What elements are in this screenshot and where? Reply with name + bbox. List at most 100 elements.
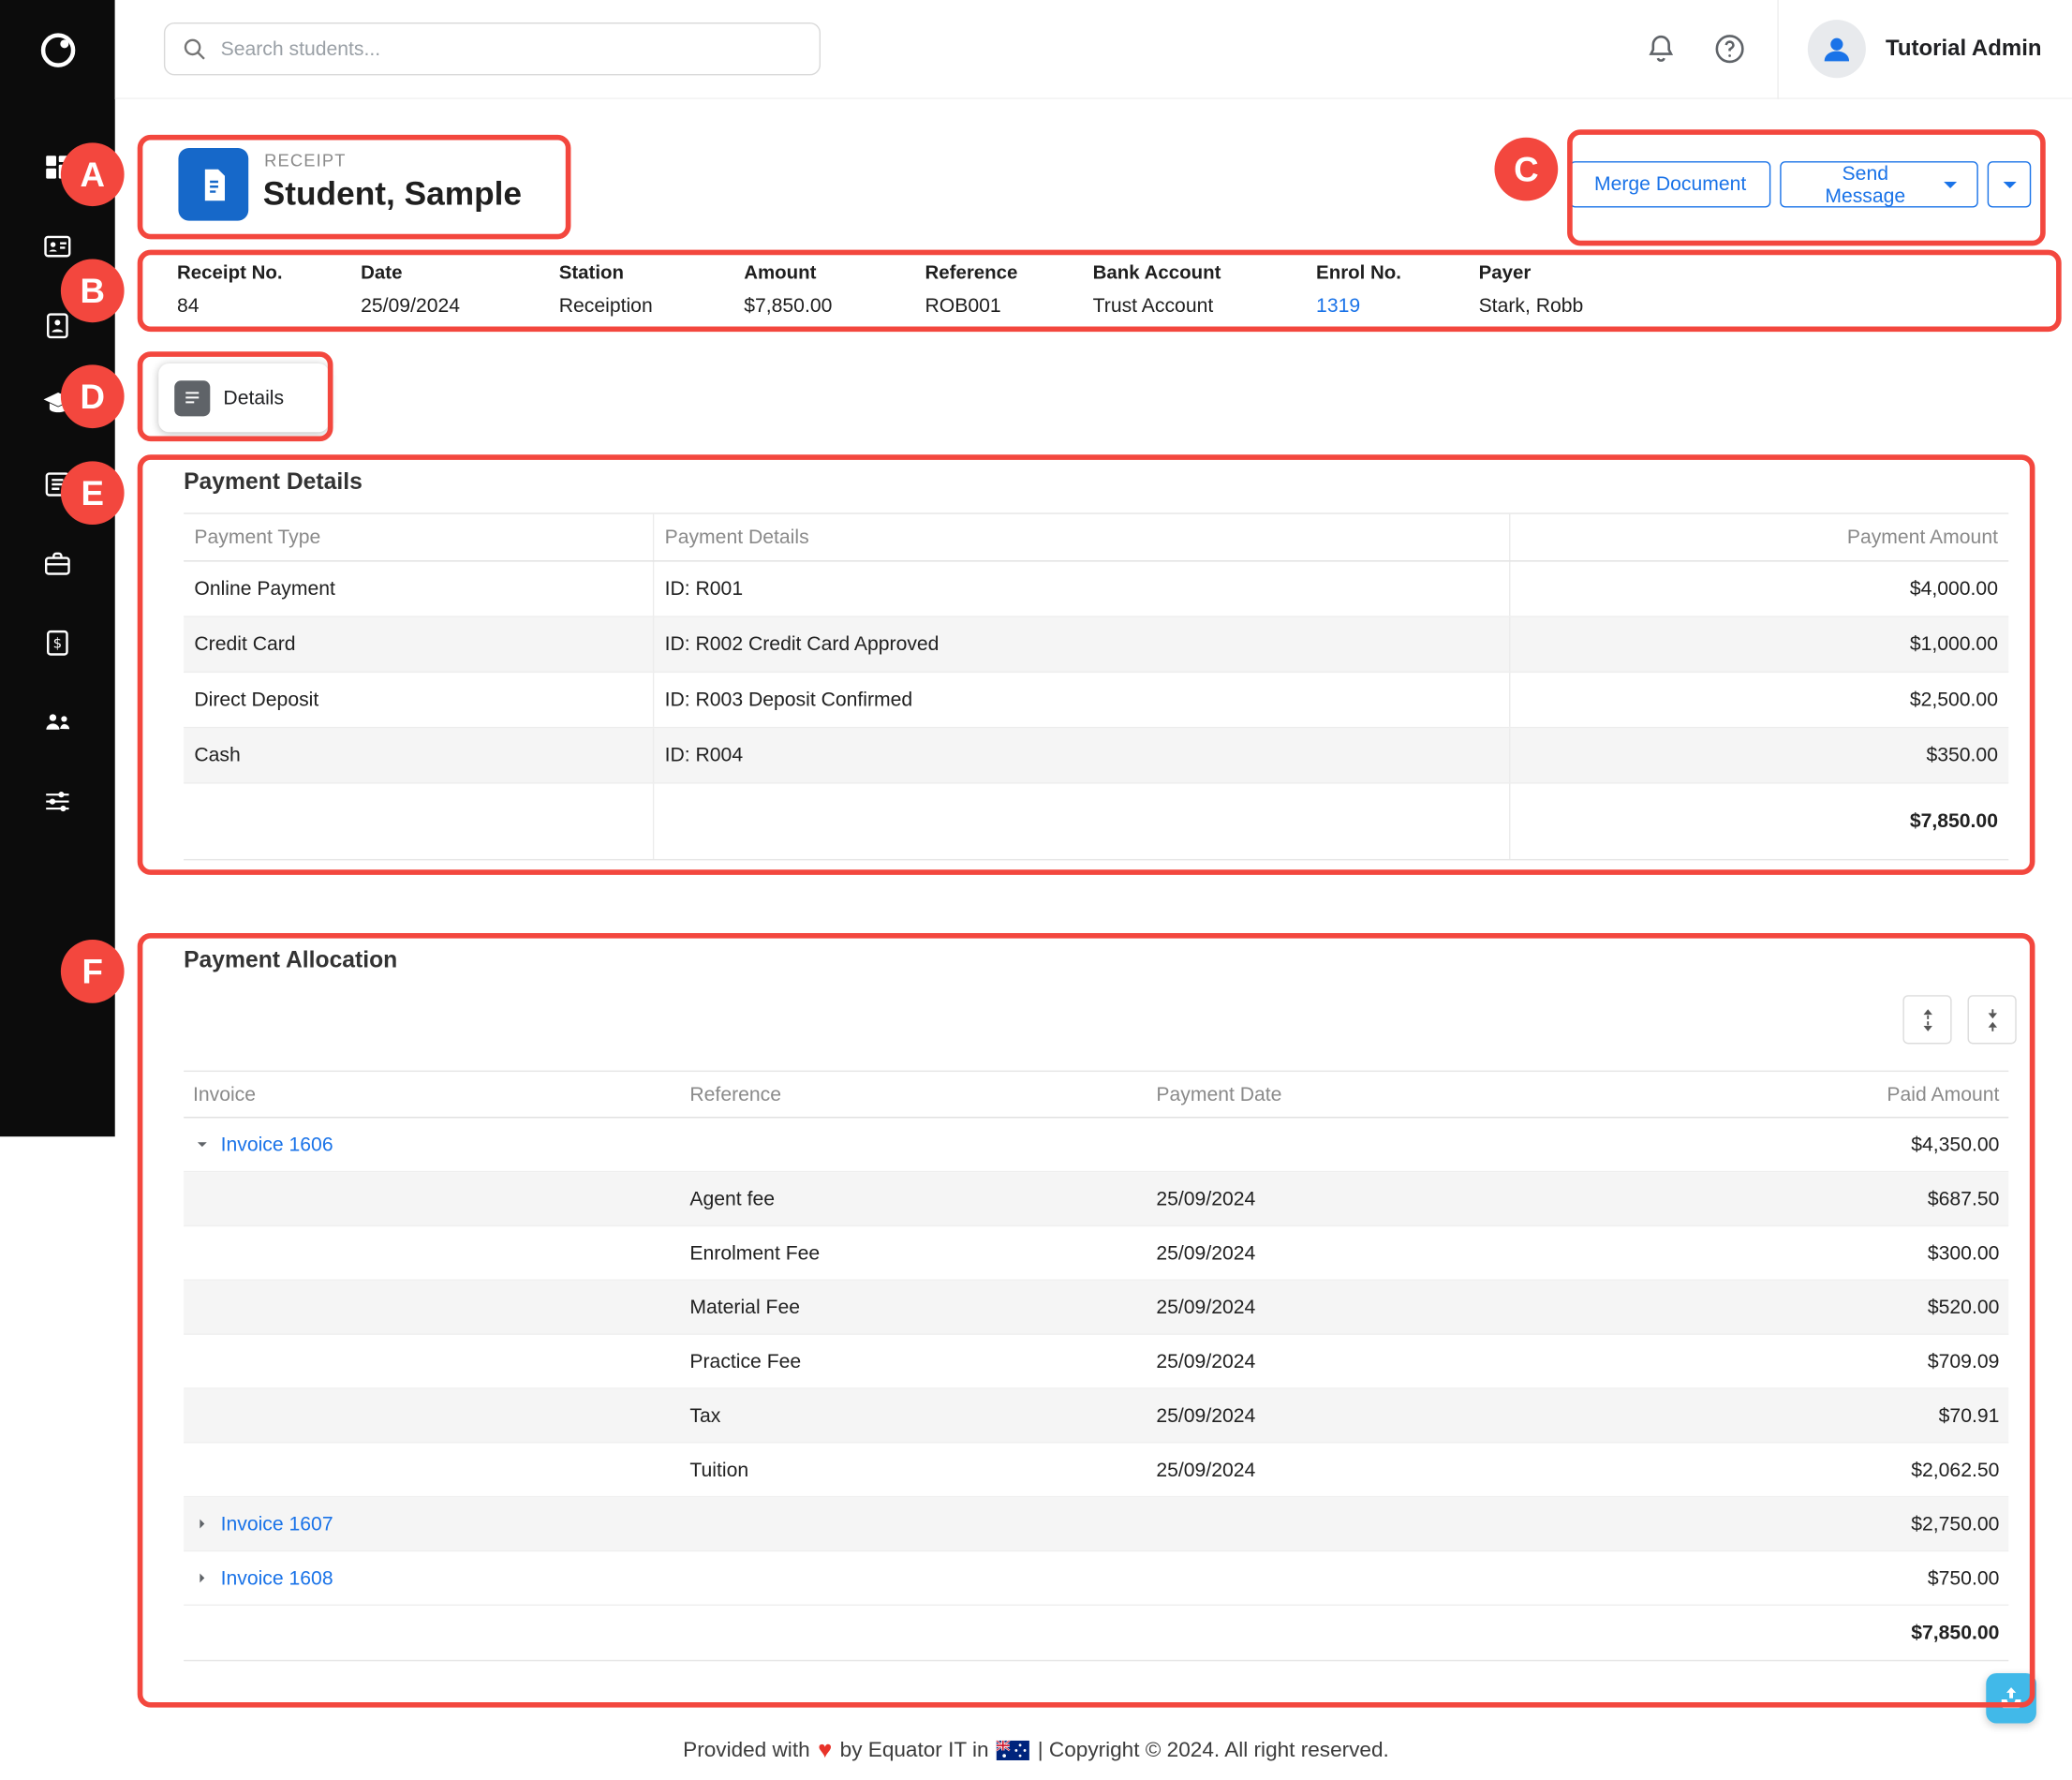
sidebar-item-contacts[interactable] (41, 230, 73, 261)
receipt-document-icon (178, 148, 248, 221)
payment-amount-cell: $4,000.00 (1510, 562, 2008, 616)
invoice-link[interactable]: Invoice 1608 (221, 1566, 333, 1589)
column-payment-date: Payment Date (1147, 1083, 1622, 1105)
field-label: Receipt No. (177, 263, 283, 285)
tab-details[interactable]: Details (158, 363, 329, 432)
annotation-marker-a: A (61, 142, 125, 206)
field-label: Payer (1479, 263, 1584, 285)
allocation-item-row: Practice Fee 25/09/2024 $709.09 (184, 1335, 2008, 1389)
payment-row: Cash ID: R004 $350.00 (184, 728, 2008, 783)
invoice-1608-toggle[interactable]: Invoice 1608 (184, 1566, 680, 1589)
sidebar-item-settings[interactable] (41, 785, 73, 817)
field-label: Enrol No. (1316, 263, 1401, 285)
invoice-group-row: Invoice 1607 $2,750.00 (184, 1497, 2008, 1551)
australia-flag-icon (997, 1741, 1029, 1760)
send-message-label: Send Message (1799, 162, 1931, 207)
reference-cell: Agent fee (681, 1188, 1147, 1210)
equator-logo-icon (37, 28, 79, 70)
empty-cell (184, 784, 654, 859)
receipt-no-field: Receipt No. 84 (177, 263, 283, 318)
invoice-link[interactable]: Invoice 1607 (221, 1513, 333, 1535)
invoice-group-row: Invoice 1608 $750.00 (184, 1551, 2008, 1606)
annotation-marker-e: E (61, 461, 125, 525)
field-value: $7,850.00 (744, 295, 832, 318)
more-actions-button[interactable] (1988, 161, 2032, 207)
contacts-icon (42, 230, 72, 260)
amount-field: Amount $7,850.00 (744, 263, 832, 318)
payment-date-cell: 25/09/2024 (1147, 1188, 1622, 1210)
field-value: 84 (177, 295, 283, 318)
help-button[interactable] (1703, 22, 1755, 75)
payment-type-cell: Online Payment (184, 562, 654, 616)
field-value: ROB001 (925, 295, 1017, 318)
invoice-group-row: Invoice 1606 $4,350.00 (184, 1118, 2008, 1172)
payment-date-cell: 25/09/2024 (1147, 1459, 1622, 1481)
chevron-down-icon (1943, 179, 1959, 189)
app-logo[interactable] (0, 0, 115, 99)
chevron-down-icon (2002, 179, 2018, 189)
topbar: Tutorial Admin (115, 0, 2072, 99)
sidebar-item-finance[interactable]: $ (41, 627, 73, 659)
payer-field: Payer Stark, Robb (1479, 263, 1584, 318)
allocation-item-row: Agent fee 25/09/2024 $687.50 (184, 1172, 2008, 1226)
invoice-1606-toggle[interactable]: Invoice 1606 (184, 1134, 680, 1156)
search-box[interactable] (164, 22, 821, 75)
annotation-marker-d: D (61, 364, 125, 428)
page-title: Student, Sample (263, 176, 522, 215)
date-field: Date 25/09/2024 (361, 263, 460, 318)
enrol-no-link[interactable]: 1319 (1316, 295, 1401, 318)
allocation-item-row: Material Fee 25/09/2024 $520.00 (184, 1281, 2008, 1335)
allocation-item-row: Enrolment Fee 25/09/2024 $300.00 (184, 1226, 2008, 1281)
chevron-right-icon (193, 1515, 212, 1534)
briefcase-icon (42, 548, 72, 578)
collapse-all-icon (1979, 1006, 2005, 1032)
merge-document-button[interactable]: Merge Document (1570, 161, 1770, 207)
field-label: Amount (744, 263, 832, 285)
sidebar-item-agents[interactable] (41, 705, 73, 737)
notifications-button[interactable] (1635, 22, 1687, 75)
paid-amount-cell: $709.09 (1622, 1350, 2008, 1372)
student-badge-icon (42, 310, 72, 340)
payment-details-cell: ID: R004 (654, 728, 1510, 782)
column-payment-amount: Payment Amount (1510, 514, 2008, 560)
allocation-item-row: Tax 25/09/2024 $70.91 (184, 1389, 2008, 1444)
invoice-link[interactable]: Invoice 1606 (221, 1134, 333, 1156)
field-value: Stark, Robb (1479, 295, 1584, 318)
field-label: Reference (925, 263, 1017, 285)
payment-allocation-header-row: Invoice Reference Payment Date Paid Amou… (184, 1071, 2008, 1119)
search-input[interactable] (221, 37, 804, 60)
payment-row: Credit Card ID: R002 Credit Card Approve… (184, 617, 2008, 673)
bank-account-field: Bank Account Trust Account (1093, 263, 1221, 318)
sidebar-item-students[interactable] (41, 309, 73, 341)
support-widget-button[interactable] (1986, 1673, 2036, 1724)
send-message-button[interactable]: Send Message (1780, 161, 1978, 207)
agents-icon (41, 705, 73, 737)
avatar[interactable] (1808, 20, 1866, 78)
annotation-marker-c: C (1495, 138, 1559, 201)
column-payment-details: Payment Details (654, 514, 1510, 560)
field-label: Station (559, 263, 653, 285)
bell-icon (1644, 32, 1679, 67)
invoice-1607-toggle[interactable]: Invoice 1607 (184, 1513, 680, 1535)
paid-amount-cell: $300.00 (1622, 1241, 2008, 1264)
payment-allocation-total-row: $7,850.00 (184, 1606, 2008, 1661)
paid-amount-cell: $4,350.00 (1622, 1134, 2008, 1156)
reference-cell: Practice Fee (681, 1350, 1147, 1372)
app-screen: $ (0, 0, 2072, 1780)
payment-type-cell: Credit Card (184, 617, 654, 672)
svg-text:$: $ (53, 634, 62, 651)
payment-amount-cell: $2,500.00 (1510, 673, 2008, 727)
reference-field: Reference ROB001 (925, 263, 1017, 318)
expand-all-icon (1914, 1006, 1940, 1032)
heart-icon: ♥ (818, 1737, 832, 1765)
column-payment-type: Payment Type (184, 514, 654, 560)
column-reference: Reference (681, 1083, 1147, 1105)
payment-date-cell: 25/09/2024 (1147, 1241, 1622, 1264)
payment-allocation-table: Invoice Reference Payment Date Paid Amou… (184, 1071, 2008, 1662)
expand-all-button[interactable] (1902, 995, 1951, 1044)
payment-details-table: Payment Type Payment Details Payment Amo… (184, 512, 2008, 860)
collapse-all-button[interactable] (1968, 995, 2017, 1044)
sidebar-item-services[interactable] (41, 547, 73, 579)
chevron-down-icon (193, 1135, 212, 1154)
payment-type-cell: Direct Deposit (184, 673, 654, 727)
